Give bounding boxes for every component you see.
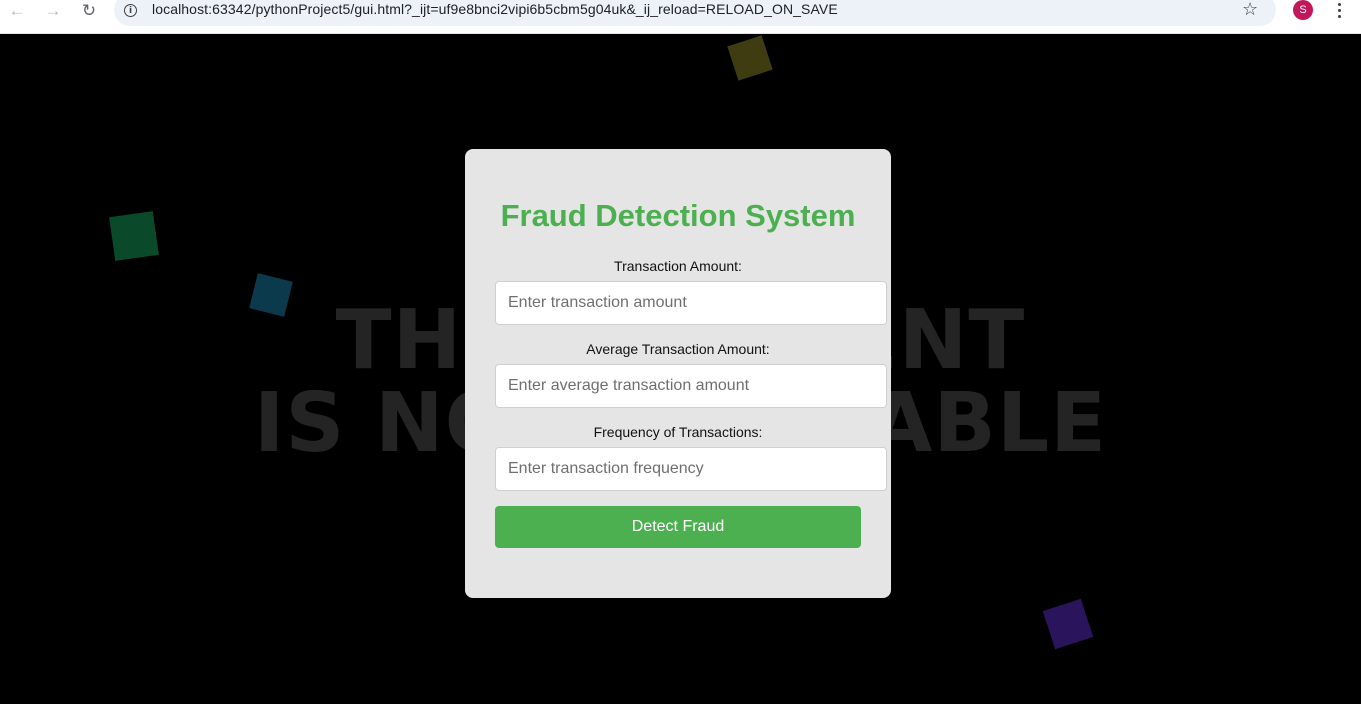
- bookmark-star-icon[interactable]: ☆: [1242, 0, 1258, 19]
- transaction-amount-label: Transaction Amount:: [614, 258, 742, 274]
- detect-fraud-button[interactable]: Detect Fraud: [495, 506, 861, 548]
- page-content: THIS CONTENT IS NOT AVAILABLE Fraud Dete…: [0, 34, 1361, 704]
- average-amount-label: Average Transaction Amount:: [586, 341, 770, 357]
- frequency-input[interactable]: [495, 447, 887, 491]
- profile-avatar[interactable]: S: [1293, 0, 1313, 20]
- form-title: Fraud Detection System: [500, 198, 856, 233]
- decorative-square: [727, 35, 773, 81]
- url-text[interactable]: localhost:63342/pythonProject5/gui.html?…: [152, 1, 838, 17]
- fraud-form-card: Fraud Detection System Transaction Amoun…: [465, 149, 891, 598]
- back-arrow-icon[interactable]: ←: [2, 0, 32, 22]
- decorative-square: [109, 211, 159, 261]
- average-amount-input[interactable]: [495, 364, 887, 408]
- frequency-label: Frequency of Transactions:: [593, 424, 763, 440]
- address-bar[interactable]: i localhost:63342/pythonProject5/gui.htm…: [114, 0, 1276, 26]
- forward-arrow-icon[interactable]: →: [38, 0, 68, 22]
- decorative-square: [1042, 598, 1094, 650]
- browser-toolbar: ← → ↻ i localhost:63342/pythonProject5/g…: [0, 0, 1361, 34]
- transaction-amount-input[interactable]: [495, 281, 887, 325]
- site-info-icon[interactable]: i: [124, 4, 137, 17]
- kebab-menu-icon[interactable]: [1330, 0, 1348, 20]
- reload-icon[interactable]: ↻: [74, 0, 104, 22]
